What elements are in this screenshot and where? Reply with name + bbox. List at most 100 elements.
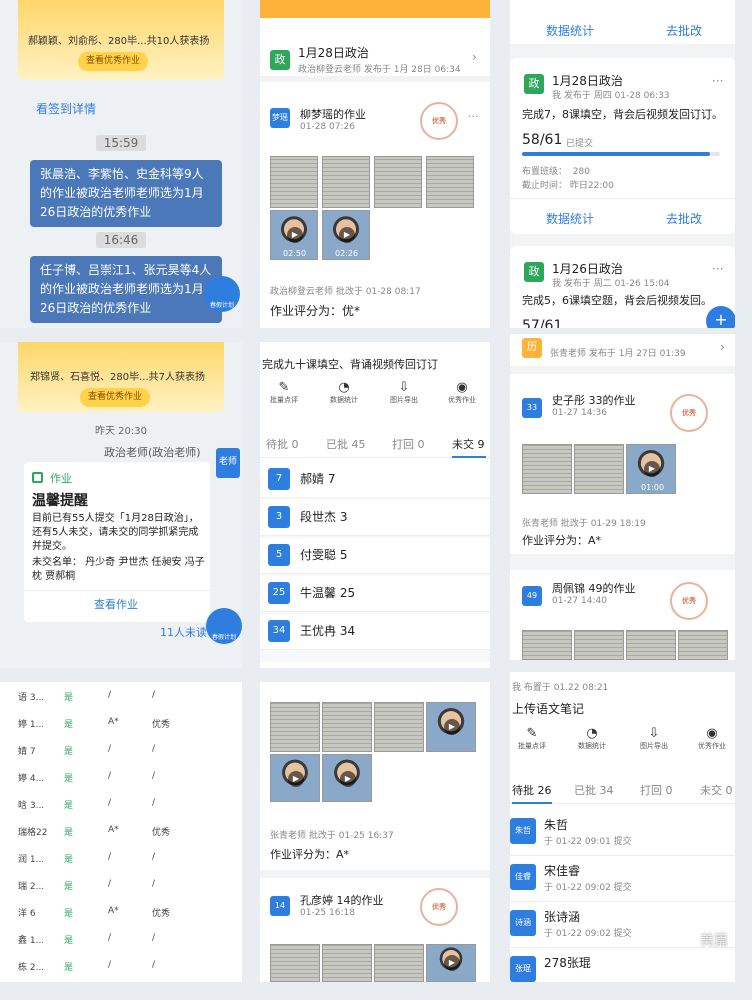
photo-thumbnail[interactable] xyxy=(322,156,370,208)
tab-returned[interactable]: 打回 0 xyxy=(392,436,425,452)
data-stats-button[interactable]: 数据统计 xyxy=(546,210,594,227)
data-stats-button[interactable]: 数据统计 xyxy=(546,22,594,39)
view-homework-link[interactable]: 查看作业 xyxy=(94,596,138,612)
photo-thumbnail[interactable] xyxy=(522,444,572,494)
homework-title: 孔彦婷 14的作业 xyxy=(300,894,384,907)
photo-thumbnail[interactable] xyxy=(374,156,422,208)
data-stats-button[interactable]: ◔ 数据统计 xyxy=(570,726,614,751)
view-excellent-button[interactable]: 查看优秀作业 xyxy=(78,52,149,71)
student-row[interactable]: 佳睿 宋佳睿 于 01-22 09:02 提交 xyxy=(510,858,735,902)
spring-plan-badge[interactable]: 春假计划 xyxy=(206,608,242,644)
export-image-button[interactable]: ⇩ 图片导出 xyxy=(632,726,676,751)
batch-comment-button[interactable]: ✎ 批量点评 xyxy=(262,380,306,405)
video-thumbnail[interactable]: ▶ 01:00 xyxy=(626,444,676,494)
student-row[interactable]: 7 郝婧 7 xyxy=(260,462,490,498)
export-image-button[interactable]: ⇩ 图片导出 xyxy=(382,380,426,405)
panel-homework-feed-2: ▶ ▶ ▶ 张青老师 批改于 01-25 16:37 作业评分为：A* 14 孔… xyxy=(260,682,490,982)
header-text: 张青老师 发布于 1月 27日 01:39 xyxy=(550,349,686,359)
deadline-label: 截止时间： 昨日22:00 xyxy=(522,181,614,191)
photo-thumbnail[interactable] xyxy=(426,156,474,208)
published-info: 我 布置于 01.22 08:21 xyxy=(512,683,609,693)
student-row[interactable]: 5 付雯聪 5 xyxy=(260,538,490,574)
tab-not-submitted[interactable]: 未交 9 xyxy=(452,436,485,452)
reminder-card[interactable]: 作业 温馨提醒 目前已有55人提交「1月28日政治」，还有5人未交，请未交的同学… xyxy=(24,462,210,622)
download-icon: ⇩ xyxy=(398,380,410,395)
photo-thumbnail[interactable] xyxy=(374,944,424,982)
chevron-right-icon: › xyxy=(472,50,477,64)
photo-thumbnail[interactable] xyxy=(270,944,320,982)
sender-name: 政治老师(政治老师) xyxy=(104,446,201,459)
video-thumbnail[interactable]: ▶ xyxy=(270,754,320,802)
table-row: 婷 1... 是 A* 优秀 xyxy=(18,717,171,730)
photo-thumbnail[interactable] xyxy=(322,944,372,982)
table-row: 婷 4... 是 / / xyxy=(18,771,156,784)
more-icon[interactable]: ··· xyxy=(712,262,723,276)
photo-thumbnail[interactable] xyxy=(374,702,424,752)
add-fab-button[interactable]: + xyxy=(706,306,735,328)
pie-chart-icon: ◔ xyxy=(586,726,598,741)
student-row[interactable]: 34 王优冉 34 xyxy=(260,614,490,650)
more-icon[interactable]: ··· xyxy=(468,110,479,123)
photo-thumbnail[interactable] xyxy=(322,702,372,752)
assignment-card[interactable]: 政 1月26日政治 我 发布于 周二 01-26 15:04 ··· 完成5，6… xyxy=(510,246,735,328)
excellent-homework-button[interactable]: ◉ 优秀作业 xyxy=(440,380,484,405)
more-icon[interactable]: ··· xyxy=(712,74,723,88)
panel-homework-feed: 历 张青老师 发布于 1月 27日 01:39 › 33 史子彤 33的作业 0… xyxy=(510,334,735,660)
video-duration: 01:00 xyxy=(641,483,665,492)
submitted-count: 58/61 xyxy=(522,132,563,148)
download-icon: ⇩ xyxy=(648,726,660,741)
excellent-homework-button[interactable]: ◉ 优秀作业 xyxy=(690,726,734,751)
photo-thumbnail[interactable] xyxy=(678,630,728,660)
checkin-detail-link[interactable]: 看签到详情 xyxy=(36,100,96,117)
correct-button[interactable]: 去批改 xyxy=(666,22,702,39)
card-title: 1月28日政治 xyxy=(552,74,623,88)
homework-card[interactable]: 49 周佩锦 49的作业 01-27 14:40 优秀 xyxy=(510,570,735,660)
tab-graded[interactable]: 已批 45 xyxy=(326,436,366,452)
photo-thumbnail[interactable] xyxy=(522,630,572,660)
assignment-header[interactable]: 政 1月28日政治 政治柳登云老师 发布于 1月 28日 06:34 › xyxy=(260,36,490,82)
tab-bar: 待批 0 已批 45 打回 0 未交 9 xyxy=(260,432,490,458)
video-duration: 02:26 xyxy=(335,249,359,258)
homework-card[interactable]: 33 史子彤 33的作业 01-27 14:36 优秀 ▶ 01:00 张青老师… xyxy=(510,374,735,554)
correct-button[interactable]: 去批改 xyxy=(666,210,702,227)
video-thumbnail[interactable]: ▶ xyxy=(426,702,476,752)
pen-icon: ✎ xyxy=(278,380,290,395)
corrected-by: 张青老师 批改于 01-25 16:37 xyxy=(270,831,394,841)
photo-thumbnail[interactable] xyxy=(270,702,320,752)
subject-avatar: 政 xyxy=(270,50,290,70)
homework-time: 01-28 07:26 xyxy=(300,122,355,132)
video-thumbnail[interactable]: ▶ 02:26 xyxy=(322,210,370,260)
banner-names: 郑锦贤、石喜悦、280毕...共7人获表扬 xyxy=(30,372,205,383)
excellent-stamp-icon: 优秀 xyxy=(420,888,458,926)
assignment-card[interactable]: 政 1月28日政治 我 发布于 周四 01-28 06:33 ··· 完成7，8… xyxy=(510,58,735,234)
tab-graded[interactable]: 已批 34 xyxy=(574,782,614,798)
data-stats-button[interactable]: ◔ 数据统计 xyxy=(322,380,366,405)
tab-pending[interactable]: 待批 26 xyxy=(512,782,552,798)
chevron-right-icon: › xyxy=(720,340,725,354)
video-thumbnail[interactable]: ▶ xyxy=(322,754,372,802)
unread-count[interactable]: 11人未读 xyxy=(160,624,207,640)
homework-title: 史子彤 33的作业 xyxy=(552,394,636,407)
watermark: 美篇 xyxy=(700,933,728,949)
student-row[interactable]: 张琨 278张琨 xyxy=(510,950,735,982)
photo-thumbnail[interactable] xyxy=(626,630,676,660)
view-excellent-button[interactable]: 查看优秀作业 xyxy=(80,388,151,407)
batch-comment-button[interactable]: ✎ 批量点评 xyxy=(510,726,554,751)
table-row: 洋 6 是 A* 优秀 xyxy=(18,906,171,919)
student-row[interactable]: 3 段世杰 3 xyxy=(260,500,490,536)
student-row[interactable]: 朱哲 朱哲 于 01-22 09:01 提交 xyxy=(510,812,735,856)
tab-pending[interactable]: 待批 0 xyxy=(266,436,299,452)
table-row: 瑞格22 是 A* 优秀 xyxy=(18,825,171,838)
teacher-avatar: 老师 xyxy=(216,448,240,478)
assignment-header[interactable]: 历 张青老师 发布于 1月 27日 01:39 › xyxy=(510,334,735,366)
spring-plan-badge[interactable]: 春假计划 xyxy=(204,276,240,312)
video-thumbnail[interactable]: ▶ 02:50 xyxy=(270,210,318,260)
video-thumbnail[interactable]: ▶ xyxy=(426,944,476,982)
photo-thumbnail[interactable] xyxy=(270,156,318,208)
homework-tag-icon xyxy=(32,472,43,483)
student-row[interactable]: 25 牛温馨 25 xyxy=(260,576,490,612)
photo-thumbnail[interactable] xyxy=(574,630,624,660)
tab-returned[interactable]: 打回 0 xyxy=(640,782,673,798)
photo-thumbnail[interactable] xyxy=(574,444,624,494)
tab-not-submitted[interactable]: 未交 0 xyxy=(700,782,733,798)
